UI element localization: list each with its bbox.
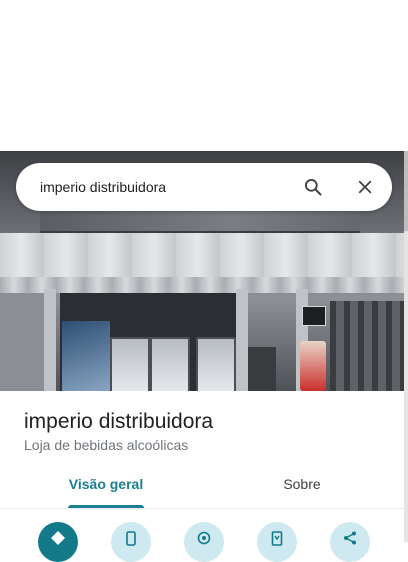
drinks-fridge [150, 337, 190, 391]
phone-icon [126, 531, 136, 546]
share-button[interactable] [330, 522, 370, 562]
tab-bar: Visão geral Sobre [0, 462, 404, 509]
save-button[interactable] [257, 522, 297, 562]
save-icon [271, 531, 283, 546]
call-button[interactable] [111, 522, 151, 562]
close-icon[interactable] [356, 178, 374, 196]
tab-about[interactable]: Sobre [254, 462, 350, 508]
search-bar[interactable]: imperio distribuidora [16, 163, 392, 211]
search-input[interactable]: imperio distribuidora [40, 178, 166, 196]
drinks-fridge [196, 337, 236, 391]
storefront-awning [0, 233, 404, 280]
storefront-pillar [44, 289, 56, 391]
wall-poster [62, 321, 110, 391]
directions-button[interactable] [38, 522, 78, 562]
store-door [248, 347, 276, 391]
storefront-pillar [236, 289, 248, 391]
promo-display [300, 341, 326, 391]
scrollbar-thumb[interactable] [404, 151, 408, 231]
blank-header-area [0, 0, 408, 151]
tab-selected-indicator [68, 505, 144, 508]
neon-sign [302, 306, 326, 326]
awning-valance [0, 277, 404, 293]
drinks-fridge [110, 337, 150, 391]
directions-icon [51, 531, 65, 545]
location-icon [197, 531, 211, 545]
place-title: imperio distribuidora [24, 410, 214, 433]
storefront-wall [0, 289, 44, 391]
location-button[interactable] [184, 522, 224, 562]
share-icon [344, 531, 356, 545]
rolling-shutter [330, 301, 404, 391]
tab-overview[interactable]: Visão geral [58, 462, 154, 508]
search-icon[interactable] [303, 177, 323, 197]
place-category[interactable]: Loja de bebidas alcoólicas [24, 436, 188, 454]
